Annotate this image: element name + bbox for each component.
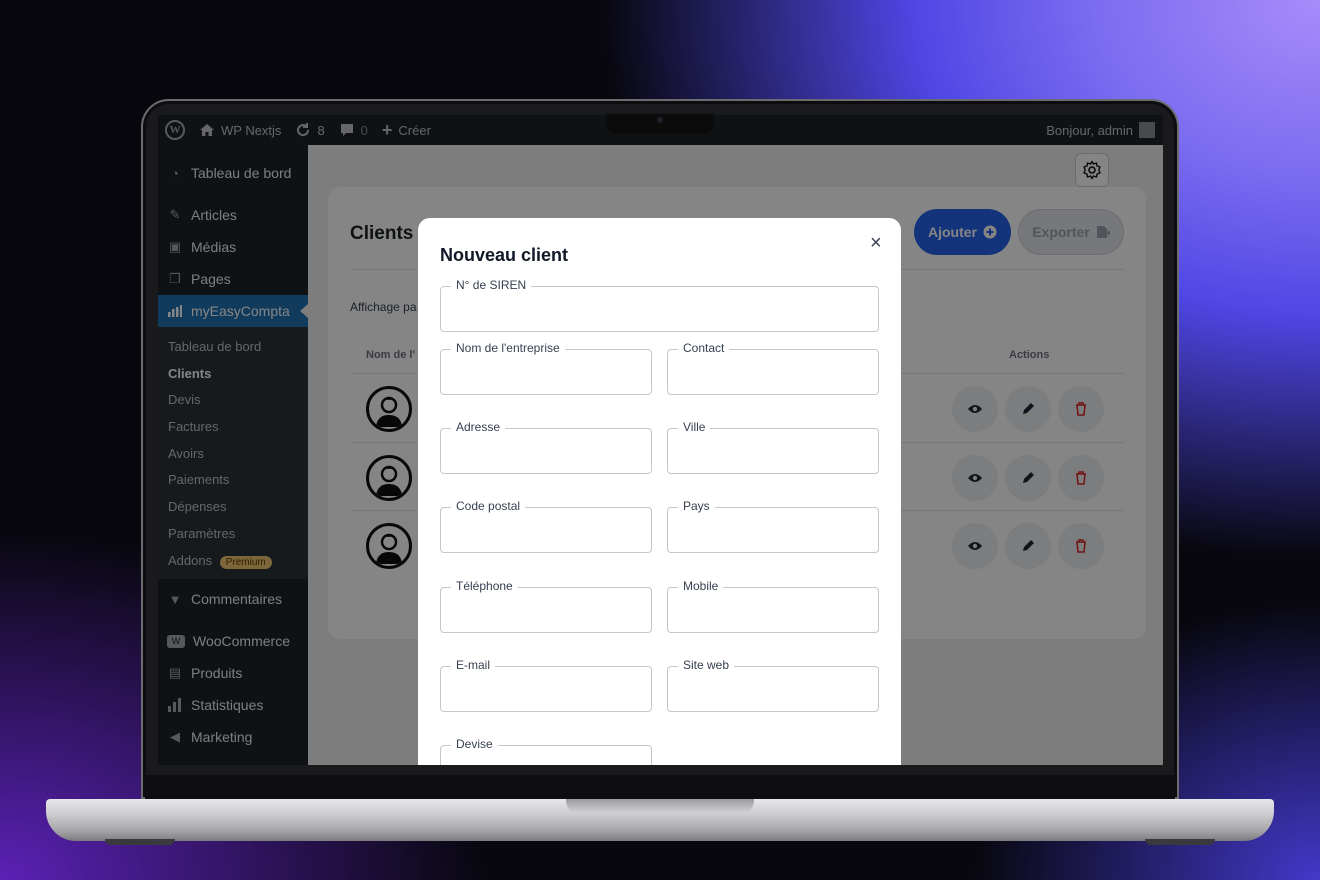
field-label: Mobile bbox=[678, 579, 724, 593]
screen-chin bbox=[145, 775, 1175, 799]
country-field[interactable]: Pays bbox=[667, 499, 879, 553]
field-label: N° de SIREN bbox=[451, 278, 532, 292]
field-label: Adresse bbox=[451, 420, 506, 434]
website-field[interactable]: Site web bbox=[667, 658, 879, 712]
field-label: E-mail bbox=[451, 658, 496, 672]
field-label: Devise bbox=[451, 737, 498, 751]
phone-field[interactable]: Téléphone bbox=[440, 579, 652, 633]
siren-field[interactable]: N° de SIREN bbox=[440, 278, 879, 332]
field-label: Site web bbox=[678, 658, 735, 672]
laptop-foot bbox=[1145, 839, 1215, 845]
camera-icon bbox=[657, 117, 663, 123]
modal-title: Nouveau client bbox=[440, 245, 569, 265]
field-label: Ville bbox=[678, 420, 711, 434]
camera-notch bbox=[606, 114, 714, 134]
field-label: Nom de l'entreprise bbox=[451, 341, 565, 355]
field-label: Téléphone bbox=[451, 579, 518, 593]
close-icon[interactable]: × bbox=[870, 232, 882, 255]
base-notch bbox=[566, 799, 754, 813]
currency-field[interactable]: Devise bbox=[440, 737, 652, 765]
contact-field[interactable]: Contact bbox=[667, 341, 879, 395]
new-client-modal: Nouveau client × N° de SIREN Nom de l'en… bbox=[418, 218, 901, 765]
screen: W WP Nextjs 8 0 + Créer Bonjour, admin ◔… bbox=[158, 115, 1163, 765]
laptop-foot bbox=[105, 839, 175, 845]
mobile-field[interactable]: Mobile bbox=[667, 579, 879, 633]
company-field[interactable]: Nom de l'entreprise bbox=[440, 341, 652, 395]
email-field[interactable]: E-mail bbox=[440, 658, 652, 712]
address-field[interactable]: Adresse bbox=[440, 420, 652, 474]
city-field[interactable]: Ville bbox=[667, 420, 879, 474]
field-label: Contact bbox=[678, 341, 730, 355]
field-label: Code postal bbox=[451, 499, 526, 513]
zip-field[interactable]: Code postal bbox=[440, 499, 652, 553]
field-label: Pays bbox=[678, 499, 715, 513]
